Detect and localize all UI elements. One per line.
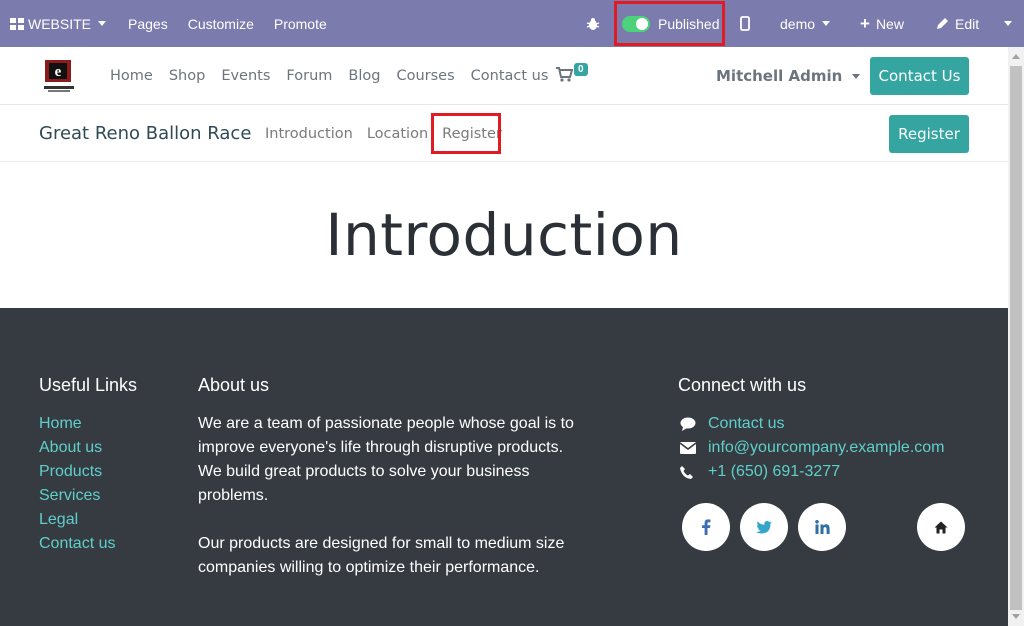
footer-link-services[interactable]: Services [39,484,115,508]
user-menu[interactable]: Mitchell Admin [716,67,861,85]
event-menu: Introduction Location Register [258,105,509,162]
linkedin-icon[interactable] [798,503,846,551]
nav-contact-us[interactable]: Contact us [463,68,557,84]
main-section: Introduction [0,162,1008,308]
plus-icon: + [860,13,870,33]
event-title[interactable]: Great Reno Ballon Race [39,123,251,144]
contact-list: Contact us info@yourcompany.example.com … [680,412,945,484]
admin-dropdown-toggle[interactable] [998,0,1018,47]
pencil-icon [937,18,948,29]
connect-title: Connect with us [678,375,807,395]
footer-link-legal[interactable]: Legal [39,508,115,532]
useful-links-list: Home About us Products Services Legal Co… [39,412,115,556]
footer-link-about-us[interactable]: About us [39,436,115,460]
envelope-icon [680,442,708,454]
footer-phone-link[interactable]: +1 (650) 691-3277 [708,460,840,484]
edit-button[interactable]: Edit [926,0,989,47]
promote-menu[interactable]: Promote [264,0,337,47]
event-tab-introduction[interactable]: Introduction [258,126,360,142]
publish-toggle[interactable]: Published [612,0,730,47]
admin-bar: WEBSITE Pages Customize Promote Publishe… [0,0,1024,47]
footer-link-products[interactable]: Products [39,460,115,484]
new-button[interactable]: + New [850,0,914,47]
nav-events[interactable]: Events [213,68,278,84]
about-us-title: About us [198,375,270,395]
company-logo[interactable]: e [42,58,76,94]
pages-menu[interactable]: Pages [116,0,178,47]
footer-link-home[interactable]: Home [39,412,115,436]
footer: Useful Links Home About us Products Serv… [0,308,1008,626]
footer-email-link[interactable]: info@yourcompany.example.com [708,436,945,460]
chevron-down-icon [1004,21,1012,26]
about-paragraph-2: Our products are designed for small to m… [198,535,565,576]
useful-links-title: Useful Links [39,375,138,395]
main-menu: Home Shop Events Forum Blog Courses Cont… [102,47,556,105]
contact-row-link: Contact us [680,412,945,436]
chevron-down-icon [852,73,861,79]
facebook-icon[interactable] [682,503,730,551]
home-icon[interactable] [917,503,965,551]
nav-home[interactable]: Home [102,68,161,84]
register-button[interactable]: Register [889,115,969,153]
contact-row-email: info@yourcompany.example.com [680,436,945,460]
mobile-icon [740,16,750,31]
published-label: Published [658,15,720,32]
chevron-down-icon [822,21,831,26]
edit-label: Edit [955,15,980,32]
comment-icon [680,417,708,431]
user-demo-menu[interactable]: demo [770,0,840,47]
demo-label: demo [780,15,816,32]
event-tab-location[interactable]: Location [360,126,435,142]
cart-icon[interactable] [556,67,574,87]
toggle-switch-icon [622,15,650,32]
about-us-text: We are a team of passionate people whose… [198,412,578,580]
debug-bug-icon[interactable] [576,0,610,47]
nav-shop[interactable]: Shop [161,68,213,84]
cart-count-badge: 0 [574,63,588,76]
user-name: Mitchell Admin [716,67,843,85]
twitter-icon[interactable] [740,503,788,551]
footer-link-contact-us[interactable]: Contact us [39,532,115,556]
event-subnav: Great Reno Ballon Race Introduction Loca… [0,105,1008,162]
nav-courses[interactable]: Courses [388,68,462,84]
chevron-down-icon [98,21,107,26]
site-navbar: e Home Shop Events Forum Blog Courses Co… [0,47,1008,105]
apps-grid-icon [10,17,24,30]
website-menu[interactable]: WEBSITE [0,0,116,47]
customize-menu[interactable]: Customize [178,0,264,47]
mobile-preview-button[interactable] [730,0,760,47]
nav-blog[interactable]: Blog [340,68,388,84]
page-heading: Introduction [325,201,683,269]
contact-row-phone: +1 (650) 691-3277 [680,460,945,484]
svg-text:e: e [55,64,62,80]
nav-forum[interactable]: Forum [278,68,340,84]
about-paragraph-1: We are a team of passionate people whose… [198,415,574,504]
footer-contact-us-link[interactable]: Contact us [708,412,784,436]
contact-us-button[interactable]: Contact Us [870,57,969,95]
scroll-down-arrow-icon[interactable] [1012,614,1020,619]
phone-icon [680,465,708,479]
website-menu-label: WEBSITE [28,15,92,32]
new-label: New [875,15,904,32]
scroll-up-arrow-icon[interactable] [1012,54,1020,59]
event-tab-register[interactable]: Register [435,126,509,142]
scrollbar-thumb[interactable] [1010,66,1022,610]
